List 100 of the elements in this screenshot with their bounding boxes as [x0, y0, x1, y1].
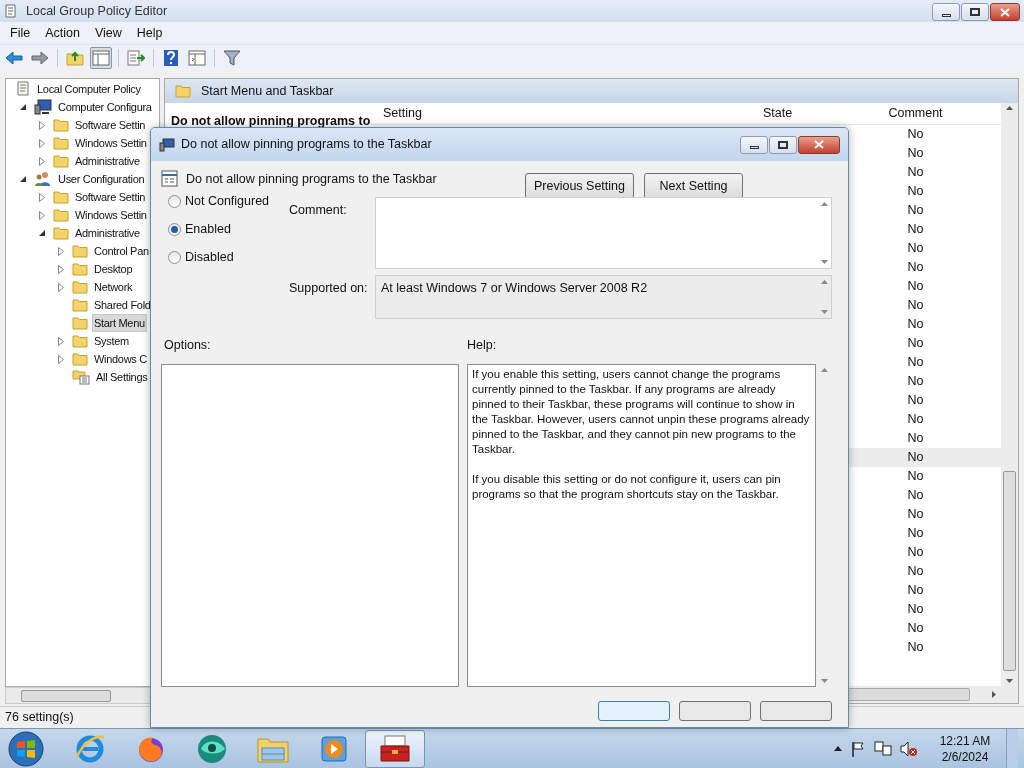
- radio-button[interactable]: [168, 194, 181, 208]
- scroll-down-icon[interactable]: [820, 679, 828, 683]
- tree-item[interactable]: User Configuration: [56, 169, 147, 189]
- tree-item[interactable]: Control Pan: [92, 241, 151, 261]
- collapse-arrow-icon[interactable]: [39, 229, 46, 237]
- tree-item[interactable]: Network: [92, 277, 135, 297]
- supported-on-label: Supported on:: [289, 280, 369, 297]
- restore-button[interactable]: [769, 135, 797, 154]
- menu-item[interactable]: Action: [39, 23, 86, 43]
- menu-item[interactable]: File: [4, 23, 37, 43]
- tree-item[interactable]: Start Menu: [92, 313, 147, 333]
- collapse-arrow-icon[interactable]: [20, 103, 27, 111]
- policy-setting-icon: [161, 170, 178, 187]
- options-label: Options:: [163, 336, 212, 354]
- tree-item[interactable]: Local Computer Policy: [35, 79, 143, 99]
- clock[interactable]: 12:21 AM 2/6/2024: [932, 732, 998, 765]
- folder-icon: [72, 262, 88, 276]
- scroll-down-icon[interactable]: [1006, 679, 1013, 683]
- tree-item[interactable]: Shared Fold: [92, 295, 153, 315]
- scroll-up-icon[interactable]: [1006, 106, 1013, 110]
- radio-label[interactable]: Disabled: [185, 247, 234, 267]
- tree-item[interactable]: Software Settin: [73, 115, 148, 135]
- folder-up-icon[interactable]: [66, 49, 84, 66]
- start-button[interactable]: [6, 729, 46, 768]
- taskbar-app[interactable]: [365, 729, 425, 768]
- speaker-muted-icon[interactable]: [900, 740, 918, 757]
- back-arrow-icon[interactable]: [5, 50, 23, 65]
- users-icon: [34, 171, 52, 187]
- scroll-up-icon[interactable]: [820, 368, 828, 372]
- expand-arrow-icon[interactable]: [58, 246, 64, 256]
- menu-item[interactable]: View: [88, 23, 128, 43]
- table-cell-text: No: [906, 449, 925, 467]
- collapse-arrow-icon[interactable]: [20, 175, 27, 183]
- close-button[interactable]: [990, 3, 1020, 21]
- column-header[interactable]: Comment: [830, 104, 1001, 123]
- expand-arrow-icon[interactable]: [58, 282, 64, 292]
- tree-item[interactable]: Administrative: [73, 223, 142, 243]
- comment-field[interactable]: [375, 197, 832, 269]
- forward-arrow-icon[interactable]: [31, 50, 49, 65]
- column-header[interactable]: State: [760, 104, 830, 123]
- folder-icon: [72, 334, 88, 348]
- tree-item[interactable]: Computer Configura: [56, 97, 154, 117]
- menu-item[interactable]: Help: [130, 23, 169, 43]
- expand-arrow-icon[interactable]: [39, 120, 45, 130]
- letter-e-globe-icon: [74, 732, 106, 765]
- scroll-right-icon[interactable]: [992, 691, 996, 698]
- show-hidden-icons-icon[interactable]: [834, 746, 842, 751]
- setting-nav-button[interactable]: Next Setting: [644, 173, 743, 199]
- tree-item[interactable]: All Settings: [94, 367, 150, 387]
- radio-button[interactable]: [168, 222, 181, 236]
- tree-item[interactable]: System: [92, 331, 131, 351]
- expand-arrow-icon[interactable]: [58, 264, 64, 274]
- close-button[interactable]: [798, 135, 840, 154]
- tree-item[interactable]: Desktop: [92, 259, 135, 279]
- export-list-icon[interactable]: [127, 49, 145, 66]
- scroll-up-icon[interactable]: [820, 280, 828, 284]
- vertical-scrollbar[interactable]: [1001, 103, 1018, 686]
- scroll-down-icon[interactable]: [820, 260, 828, 264]
- setting-nav-button[interactable]: Previous Setting: [524, 173, 634, 199]
- expand-arrow-icon[interactable]: [58, 354, 64, 364]
- table-cell-text: No: [906, 221, 925, 239]
- flag-icon[interactable]: [850, 740, 866, 757]
- minimize-button[interactable]: [932, 3, 960, 21]
- table-cell-text: No: [906, 620, 925, 638]
- scroll-up-icon[interactable]: [820, 202, 828, 206]
- table-cell-text: No: [906, 639, 925, 657]
- scroll-down-icon[interactable]: [820, 310, 828, 314]
- expand-arrow-icon[interactable]: [39, 156, 45, 166]
- tree-item[interactable]: Software Settin: [73, 187, 148, 207]
- folder-icon: [53, 136, 69, 150]
- status-text: 76 setting(s): [5, 709, 74, 727]
- radio-label[interactable]: Enabled: [185, 219, 231, 239]
- scroll-icon: [15, 81, 31, 97]
- radio-label[interactable]: Not Configured: [185, 191, 270, 211]
- table-cell-text: No: [906, 202, 925, 220]
- clock-date: 2/6/2024: [941, 748, 989, 765]
- properties-icon[interactable]: [188, 49, 206, 66]
- close-icon: [814, 140, 824, 149]
- help-icon[interactable]: [163, 48, 179, 67]
- network-icon[interactable]: [874, 740, 892, 757]
- help-text: If you enable this setting, users cannot change the programs currently pinned to the Taskbar. If any programs are already pinned to their Taskbar, these programs will continue to show in the Taskbar. However, users cannot unpin these programs already pinned to the Taskbar, and they cannot pin new programs to the Taskbar. If you disable this setting or do not configure it, users can pin programs so that the program shortcuts stay on the Taskbar.: [471, 367, 811, 502]
- dialog-button[interactable]: [598, 701, 670, 721]
- radio-button[interactable]: [168, 250, 181, 264]
- expand-arrow-icon[interactable]: [39, 210, 45, 220]
- tree-item[interactable]: Windows Settin: [73, 205, 149, 225]
- minimize-button[interactable]: [740, 135, 768, 154]
- dialog-button[interactable]: [760, 701, 832, 721]
- tree-item[interactable]: Administrative: [73, 151, 142, 171]
- restore-button[interactable]: [961, 3, 989, 21]
- column-header[interactable]: Setting: [370, 104, 760, 123]
- tree-item[interactable]: Windows C: [92, 349, 149, 369]
- table-cell-text: No: [906, 563, 925, 581]
- console-tree-icon[interactable]: [92, 49, 110, 66]
- filter-icon[interactable]: [223, 48, 241, 67]
- expand-arrow-icon[interactable]: [39, 138, 45, 148]
- dialog-button[interactable]: [679, 701, 751, 721]
- expand-arrow-icon[interactable]: [39, 192, 45, 202]
- window-title: Local Group Policy Editor: [26, 2, 168, 20]
- expand-arrow-icon[interactable]: [58, 336, 64, 346]
- tree-item[interactable]: Windows Settin: [73, 133, 149, 153]
